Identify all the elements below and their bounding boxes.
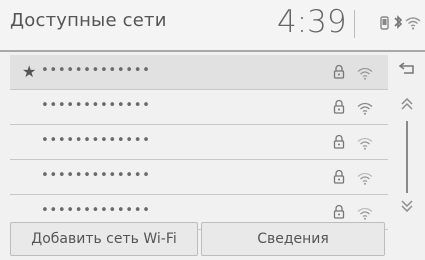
bottom-bar: Добавить сеть Wi-Fi Сведения bbox=[10, 222, 385, 256]
scrollbar[interactable] bbox=[406, 121, 408, 193]
network-row[interactable]: ★ ••••••••••••• bbox=[10, 55, 388, 90]
wifi-status-icon bbox=[405, 15, 421, 34]
wifi-signal-icon bbox=[357, 100, 373, 119]
network-ssid: ••••••••••••• bbox=[41, 168, 151, 183]
network-ssid: ••••••••••••• bbox=[41, 98, 151, 113]
back-icon[interactable] bbox=[392, 55, 422, 85]
details-button[interactable]: Сведения bbox=[201, 222, 385, 256]
wifi-signal-icon bbox=[357, 65, 373, 84]
phone-icon bbox=[380, 15, 389, 34]
add-wifi-network-button[interactable]: Добавить сеть Wi-Fi bbox=[10, 222, 198, 256]
lock-icon bbox=[333, 169, 345, 188]
network-ssid: ••••••••••••• bbox=[41, 203, 151, 218]
scroll-down-icon[interactable] bbox=[396, 195, 418, 219]
lock-icon bbox=[333, 99, 345, 118]
bluetooth-icon bbox=[393, 14, 403, 33]
wifi-signal-icon bbox=[357, 135, 373, 154]
lock-icon bbox=[333, 134, 345, 153]
lock-icon bbox=[333, 64, 345, 83]
scroll-rail bbox=[392, 55, 422, 221]
network-row[interactable]: ••••••••••••• bbox=[10, 160, 388, 195]
scroll-up-icon[interactable] bbox=[396, 95, 418, 119]
network-row[interactable]: ••••••••••••• bbox=[10, 125, 388, 160]
clock: 4:39 bbox=[277, 4, 347, 40]
page-title: Доступные сети bbox=[10, 10, 167, 31]
header-bar: Доступные сети 4:39 bbox=[0, 0, 425, 52]
lock-icon bbox=[333, 204, 345, 223]
network-ssid: ••••••••••••• bbox=[41, 133, 151, 148]
wifi-signal-icon bbox=[357, 170, 373, 189]
network-list: ★ ••••••••••••• ••••••••••••• ••••••••••… bbox=[10, 55, 388, 230]
favorite-star-icon: ★ bbox=[22, 62, 37, 81]
wifi-networks-screen: Доступные сети 4:39 ★ ••••••••••••• ••••… bbox=[0, 0, 425, 260]
network-ssid: ••••••••••••• bbox=[41, 63, 151, 78]
status-divider bbox=[354, 10, 355, 38]
network-row[interactable]: ••••••••••••• bbox=[10, 90, 388, 125]
